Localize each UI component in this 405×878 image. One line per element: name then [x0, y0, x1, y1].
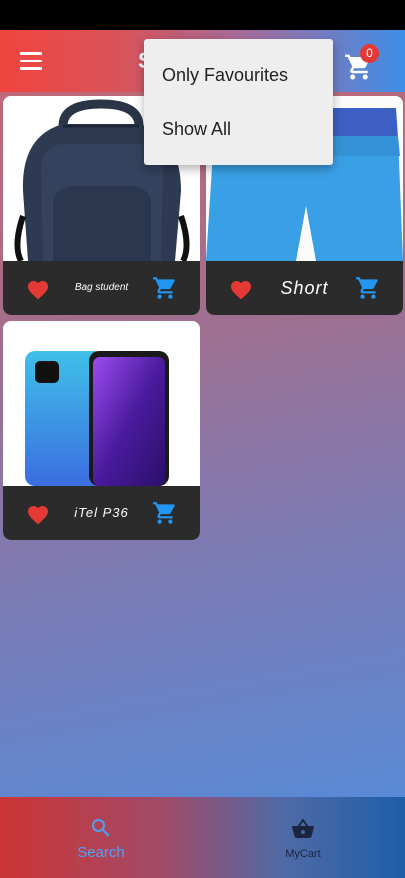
hamburger-line [20, 52, 42, 55]
bottom-navigation: Search MyCart [0, 797, 405, 878]
nav-label-search: Search [77, 844, 125, 861]
nav-item-mycart[interactable]: MyCart [202, 797, 404, 878]
search-icon [92, 819, 110, 837]
add-to-cart-icon[interactable] [355, 275, 381, 301]
card-footer: Bag student [3, 261, 200, 315]
heart-icon[interactable] [26, 503, 50, 525]
card-footer: iTel P36 [3, 486, 200, 540]
cart-button[interactable]: 0 [344, 44, 384, 82]
heart-icon[interactable] [229, 278, 253, 300]
product-name: iTel P36 [74, 505, 129, 520]
add-to-cart-icon[interactable] [152, 275, 178, 301]
shopping-basket-icon [292, 818, 314, 838]
product-card[interactable]: iTel P36 [3, 321, 200, 540]
product-name: Short [280, 278, 329, 298]
nav-label-mycart: MyCart [285, 848, 321, 860]
product-image-smartphone [3, 321, 200, 486]
filter-popup-menu: Only Favourites Show All [144, 39, 333, 165]
add-to-cart-icon[interactable] [152, 500, 178, 526]
cart-count-badge: 0 [360, 44, 379, 63]
menu-item-only-favourites[interactable]: Only Favourites [144, 49, 333, 101]
hamburger-line [20, 67, 42, 70]
heart-icon[interactable] [26, 278, 50, 300]
card-footer: Short [206, 261, 403, 315]
hamburger-line [20, 59, 42, 62]
product-name: Bag student [74, 282, 129, 293]
status-bar [0, 0, 405, 30]
menu-item-show-all[interactable]: Show All [144, 103, 333, 155]
menu-button[interactable] [20, 52, 42, 70]
nav-item-search[interactable]: Search [0, 797, 202, 878]
